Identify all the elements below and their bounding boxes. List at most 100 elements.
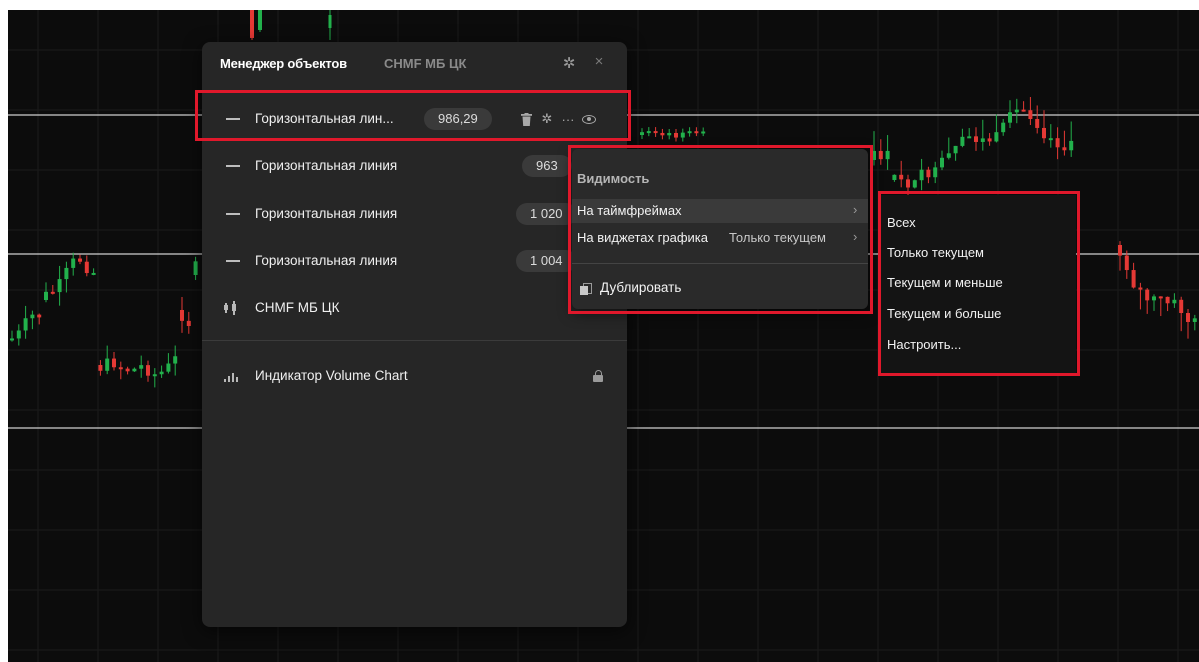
candle-body [1069,140,1074,151]
candle-body [899,174,904,180]
menu-header: Видимость [577,171,650,186]
candle-body [30,314,35,319]
candle-body [57,279,62,293]
object-value: 1 004 [516,250,577,272]
candle-body [98,365,103,371]
candle-body [250,10,254,38]
panel-title: Менеджер объектов [220,56,347,71]
chevron-right-icon: › [853,202,858,217]
candle-body [640,132,644,135]
candle-body [1048,138,1053,141]
divider [202,340,627,341]
more-icon[interactable]: ··· [561,111,575,127]
timeframes-submenu: Всех Только текущем Текущем и меньше Тек… [881,195,1076,373]
candle-body [1179,299,1184,314]
object-row-horizontal-line-3[interactable]: Горизонтальная линия 1 020 [202,193,627,235]
candle-body [1152,296,1156,301]
candle-body [1014,109,1019,113]
horizontal-line-icon [226,165,240,167]
candle-body [112,358,116,368]
submenu-item-current-only[interactable]: Только текущем [887,245,984,260]
object-label: Горизонтальная линия [255,253,398,268]
candle-body [105,358,110,371]
candle-body [1042,127,1046,139]
candle-body [987,138,992,142]
candle-body [653,131,658,134]
candle-body [1008,112,1012,123]
candle-body [1131,270,1136,288]
object-manager-panel: Менеджер объектов CHMF МБ ЦК ✲ × Горизон… [202,42,627,627]
candle-body [132,368,137,372]
candle-body [994,132,999,142]
candle-body [660,132,665,136]
candle-body [166,363,171,372]
candle-body [1172,299,1177,304]
candle-body [701,131,706,134]
gear-icon[interactable]: ✲ [561,56,577,72]
candle-body [44,291,48,300]
candle-body [37,314,42,318]
candle-body [906,179,910,188]
candle-body [91,272,96,275]
candle-body [974,136,978,142]
candle-body [892,174,897,180]
candle-body [1138,287,1143,290]
object-row-horizontal-line-2[interactable]: Горизонтальная линия 963 [202,145,627,187]
candle-body [1028,110,1033,120]
candle-body [933,167,938,178]
candle-body [50,291,55,294]
object-row-horizontal-line-1[interactable]: Горизонтальная лин... 986,29 ✲ ··· [202,98,627,140]
candle-body [71,258,76,268]
candle-body [1145,289,1150,301]
submenu-item-current-and-higher[interactable]: Текущем и больше [887,306,1001,321]
lock-icon[interactable] [593,370,603,382]
candle-body [84,261,89,274]
candle-body [152,374,157,377]
candle-body [139,365,144,369]
object-row-horizontal-line-4[interactable]: Горизонтальная линия 1 004 [202,240,627,282]
candle-body [926,169,931,178]
candle-body [118,367,123,370]
candle-body [16,330,21,339]
candle-body [1118,245,1122,256]
object-label: Горизонтальная лин... [255,111,394,126]
candle-body [146,365,150,376]
menu-item-label: На виджетах графика [577,230,708,245]
duplicate-icon [580,283,592,295]
candle-body [967,136,972,139]
candles-icon [224,301,242,315]
submenu-item-all[interactable]: Всех [887,215,916,230]
object-label: Горизонтальная линия [255,206,398,221]
candle-body [186,320,191,327]
candle-body [946,153,951,158]
candle-body [1055,138,1060,148]
candle-body [78,258,82,262]
menu-item-timeframes[interactable]: На таймфреймах › [572,199,868,223]
candle-body [258,10,262,30]
object-row-indicator[interactable]: Индикатор Volume Chart [202,355,627,397]
object-row-instrument[interactable]: CHMF МБ ЦК [202,287,627,329]
menu-item-chart-widgets[interactable]: На виджетах графика Только текущем › [572,226,868,250]
instrument-label: CHMF МБ ЦК [255,300,340,315]
horizontal-line-icon [226,118,240,120]
close-icon[interactable]: × [592,54,606,70]
candle-body [1062,147,1067,151]
submenu-item-configure[interactable]: Настроить... [887,337,961,352]
candle-body [1124,255,1129,271]
horizontal-line-icon [226,213,240,215]
candle-body [1158,296,1163,299]
eye-icon[interactable] [582,111,596,127]
gear-icon[interactable]: ✲ [540,111,554,127]
candle-body [1192,318,1197,322]
candle-body [10,338,14,341]
candle-body [1186,313,1190,322]
menu-divider [572,263,868,264]
trash-icon[interactable] [519,111,533,127]
row-actions: ✲ ··· [519,109,596,129]
candle-body [912,180,917,188]
candle-body [878,150,883,160]
submenu-item-current-and-lower[interactable]: Текущем и меньше [887,275,1003,290]
candle-body [953,145,958,154]
candle-body [872,150,876,160]
horizontal-line-icon [226,260,240,262]
